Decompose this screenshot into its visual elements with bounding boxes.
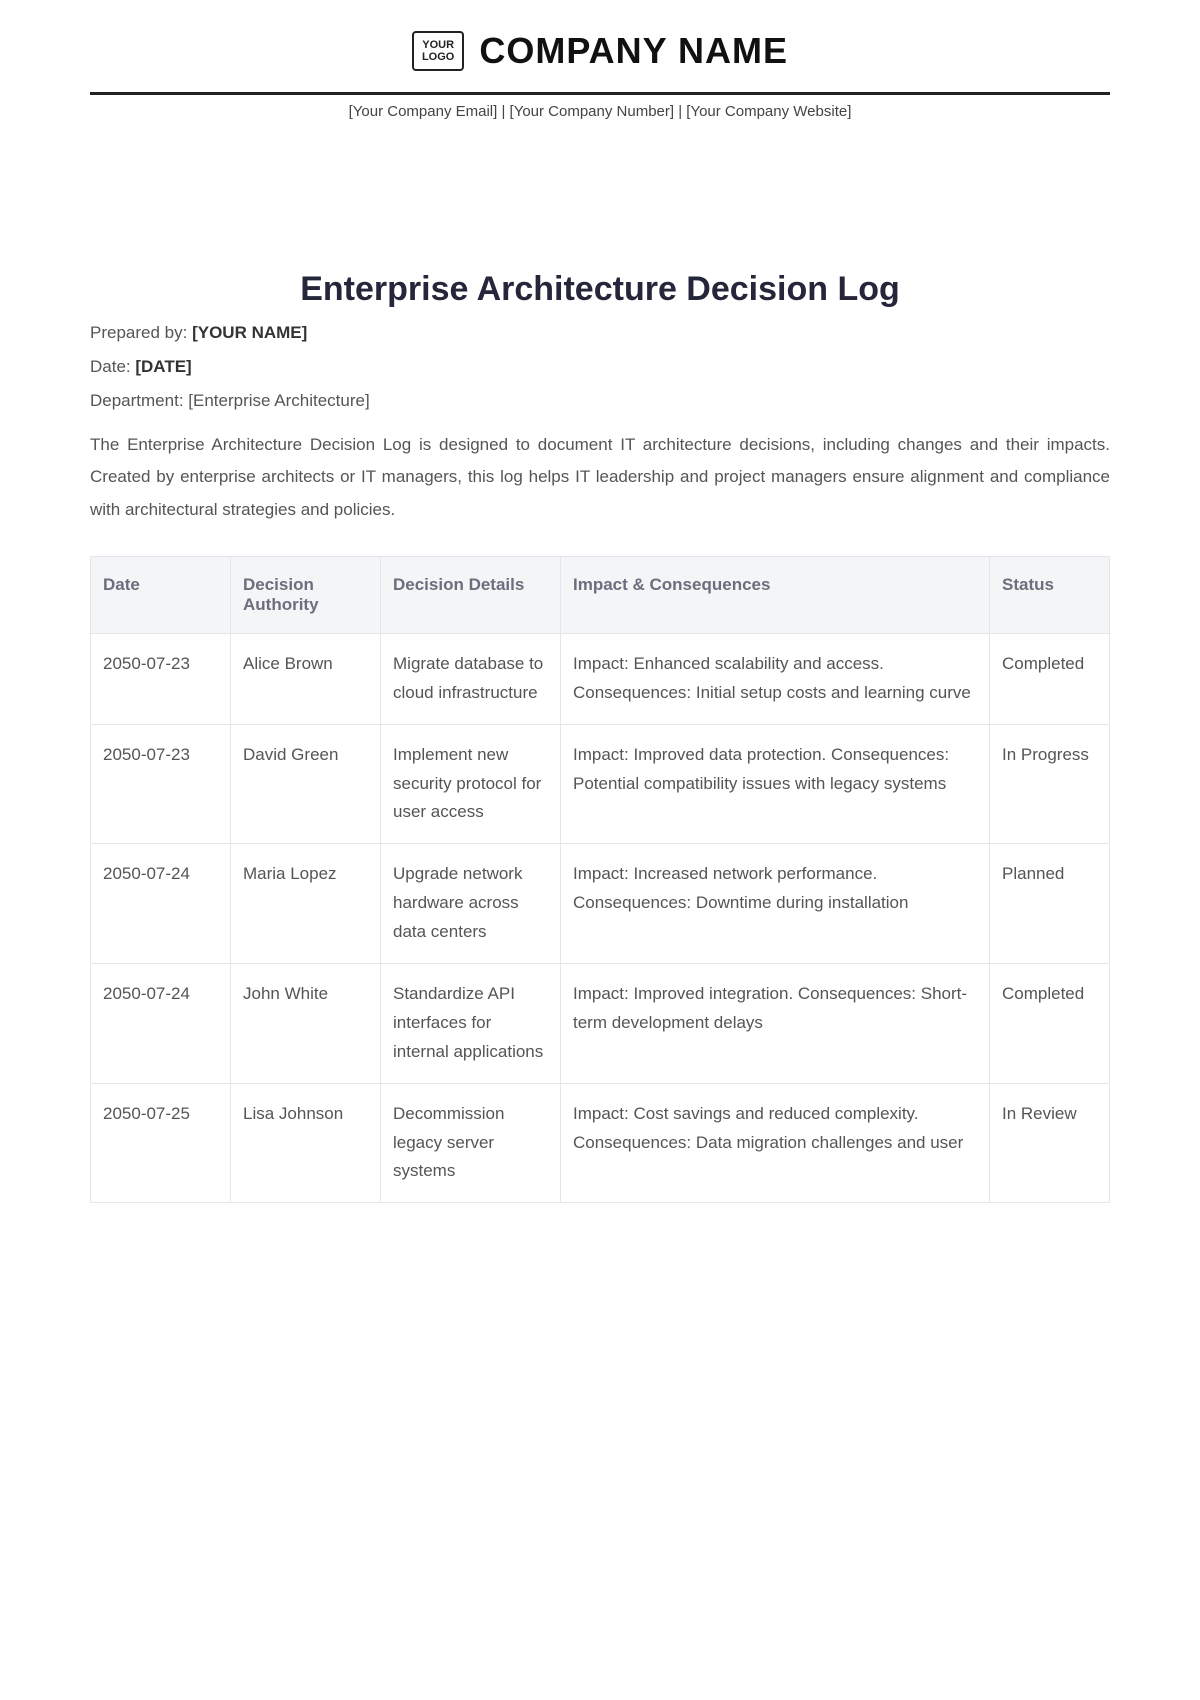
table-row: 2050-07-24 John White Standardize API in…: [91, 964, 1110, 1084]
cell-authority: John White: [231, 964, 381, 1084]
department-line: Department: [Enterprise Architecture]: [90, 391, 1110, 411]
logo-placeholder: YOURLOGO: [412, 31, 464, 71]
cell-status: In Progress: [990, 724, 1110, 844]
prepared-by-label: Prepared by:: [90, 323, 192, 342]
prepared-by-line: Prepared by: [YOUR NAME]: [90, 323, 1110, 343]
date-value: [DATE]: [135, 357, 191, 376]
cell-status: Completed: [990, 633, 1110, 724]
cell-authority: Lisa Johnson: [231, 1083, 381, 1203]
cell-status: Planned: [990, 844, 1110, 964]
table-row: 2050-07-24 Maria Lopez Upgrade network h…: [91, 844, 1110, 964]
date-line: Date: [DATE]: [90, 357, 1110, 377]
col-header-status: Status: [990, 556, 1110, 633]
cell-date: 2050-07-23: [91, 633, 231, 724]
cell-impact: Impact: Enhanced scalability and access.…: [561, 633, 990, 724]
cell-details: Implement new security protocol for user…: [381, 724, 561, 844]
contact-line: [Your Company Email] | [Your Company Num…: [90, 103, 1110, 120]
cell-date: 2050-07-24: [91, 964, 231, 1084]
company-name: COMPANY NAME: [479, 30, 788, 72]
cell-date: 2050-07-25: [91, 1083, 231, 1203]
description: The Enterprise Architecture Decision Log…: [90, 429, 1110, 526]
table-row: 2050-07-23 David Green Implement new sec…: [91, 724, 1110, 844]
page: YOURLOGO COMPANY NAME [Your Company Emai…: [0, 0, 1200, 1203]
cell-authority: David Green: [231, 724, 381, 844]
decision-log-table: Date Decision Authority Decision Details…: [90, 556, 1110, 1203]
col-header-authority: Decision Authority: [231, 556, 381, 633]
cell-impact: Impact: Increased network performance. C…: [561, 844, 990, 964]
table-row: 2050-07-23 Alice Brown Migrate database …: [91, 633, 1110, 724]
cell-authority: Maria Lopez: [231, 844, 381, 964]
cell-impact: Impact: Cost savings and reduced complex…: [561, 1083, 990, 1203]
cell-date: 2050-07-23: [91, 724, 231, 844]
cell-status: Completed: [990, 964, 1110, 1084]
header: YOURLOGO COMPANY NAME: [90, 30, 1110, 92]
cell-date: 2050-07-24: [91, 844, 231, 964]
date-label: Date:: [90, 357, 135, 376]
table-header-row: Date Decision Authority Decision Details…: [91, 556, 1110, 633]
cell-impact: Impact: Improved data protection. Conseq…: [561, 724, 990, 844]
prepared-by-value: [YOUR NAME]: [192, 323, 307, 342]
cell-authority: Alice Brown: [231, 633, 381, 724]
col-header-date: Date: [91, 556, 231, 633]
header-divider: [90, 92, 1110, 95]
cell-status: In Review: [990, 1083, 1110, 1203]
cell-details: Upgrade network hardware across data cen…: [381, 844, 561, 964]
cell-details: Migrate database to cloud infrastructure: [381, 633, 561, 724]
cell-details: Decommission legacy server systems: [381, 1083, 561, 1203]
document-title: Enterprise Architecture Decision Log: [90, 270, 1110, 309]
cell-impact: Impact: Improved integration. Consequenc…: [561, 964, 990, 1084]
col-header-details: Decision Details: [381, 556, 561, 633]
table-row: 2050-07-25 Lisa Johnson Decommission leg…: [91, 1083, 1110, 1203]
cell-details: Standardize API interfaces for internal …: [381, 964, 561, 1084]
col-header-impact: Impact & Consequences: [561, 556, 990, 633]
table-body: 2050-07-23 Alice Brown Migrate database …: [91, 633, 1110, 1202]
